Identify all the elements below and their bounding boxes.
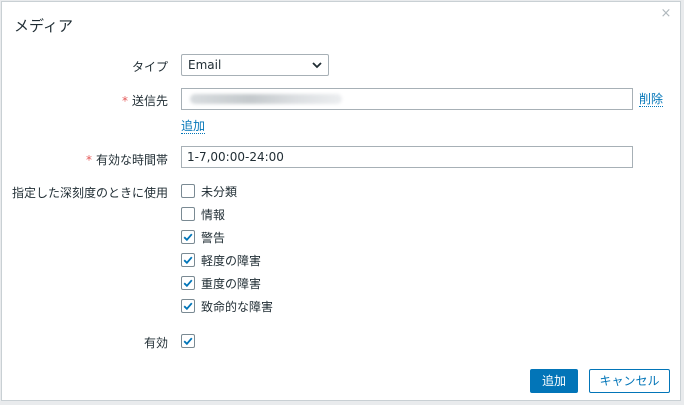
send-to-label: * 送信先 <box>121 94 168 108</box>
severity-item-label: 重度の障害 <box>201 276 262 291</box>
severity-item-label: 警告 <box>201 230 226 245</box>
close-icon[interactable]: × <box>659 7 673 21</box>
severity-item[interactable]: 致命的な障害 <box>181 298 273 314</box>
severity-item-label: 情報 <box>201 207 226 222</box>
type-select-value: Email <box>188 58 222 72</box>
severity-item[interactable]: 情報 <box>181 206 225 222</box>
severity-checkbox[interactable] <box>181 253 195 267</box>
severity-checkbox[interactable] <box>181 184 195 198</box>
when-active-label: * 有効な時間帯 <box>85 153 168 167</box>
severity-checkbox[interactable] <box>181 299 195 313</box>
severity-checkbox[interactable] <box>181 276 195 290</box>
remove-link[interactable]: 削除 <box>639 92 664 107</box>
severity-item-label: 未分類 <box>201 184 238 199</box>
cancel-button[interactable]: キャンセル <box>589 369 670 393</box>
dialog-title: メディア <box>14 17 73 35</box>
severity-item-label: 致命的な障害 <box>201 299 274 314</box>
severity-item[interactable]: 未分類 <box>181 183 237 199</box>
enabled-checkbox[interactable] <box>181 334 195 348</box>
when-active-input[interactable] <box>181 146 633 168</box>
send-to-input[interactable] <box>181 88 633 110</box>
severity-checkbox[interactable] <box>181 207 195 221</box>
severity-item[interactable]: 警告 <box>181 229 225 245</box>
add-button[interactable]: 追加 <box>530 369 578 393</box>
type-label: タイプ <box>131 60 168 74</box>
add-send-to-link[interactable]: 追加 <box>181 119 206 134</box>
severity-checkbox[interactable] <box>181 230 195 244</box>
checkmark-icon <box>183 256 193 265</box>
severity-label: 指定した深刻度のときに使用 <box>12 186 169 200</box>
media-dialog: メディア × タイプ Email *送信先 削除 追加 *有効な時間帯 指定した… <box>1 1 681 401</box>
checkmark-icon <box>183 302 193 311</box>
checkmark-icon <box>183 233 193 242</box>
checkmark-icon <box>183 337 193 346</box>
type-select[interactable]: Email <box>181 54 329 76</box>
enabled-checkbox-row[interactable] <box>181 333 201 349</box>
severity-item[interactable]: 重度の障害 <box>181 275 261 291</box>
redacted-email <box>190 94 342 104</box>
enabled-label: 有効 <box>143 336 168 350</box>
required-mark: * <box>85 153 92 167</box>
checkmark-icon <box>183 279 193 288</box>
chevron-down-icon <box>312 62 322 69</box>
severity-item[interactable]: 軽度の障害 <box>181 252 261 268</box>
required-mark: * <box>121 94 128 108</box>
severity-item-label: 軽度の障害 <box>201 253 262 268</box>
